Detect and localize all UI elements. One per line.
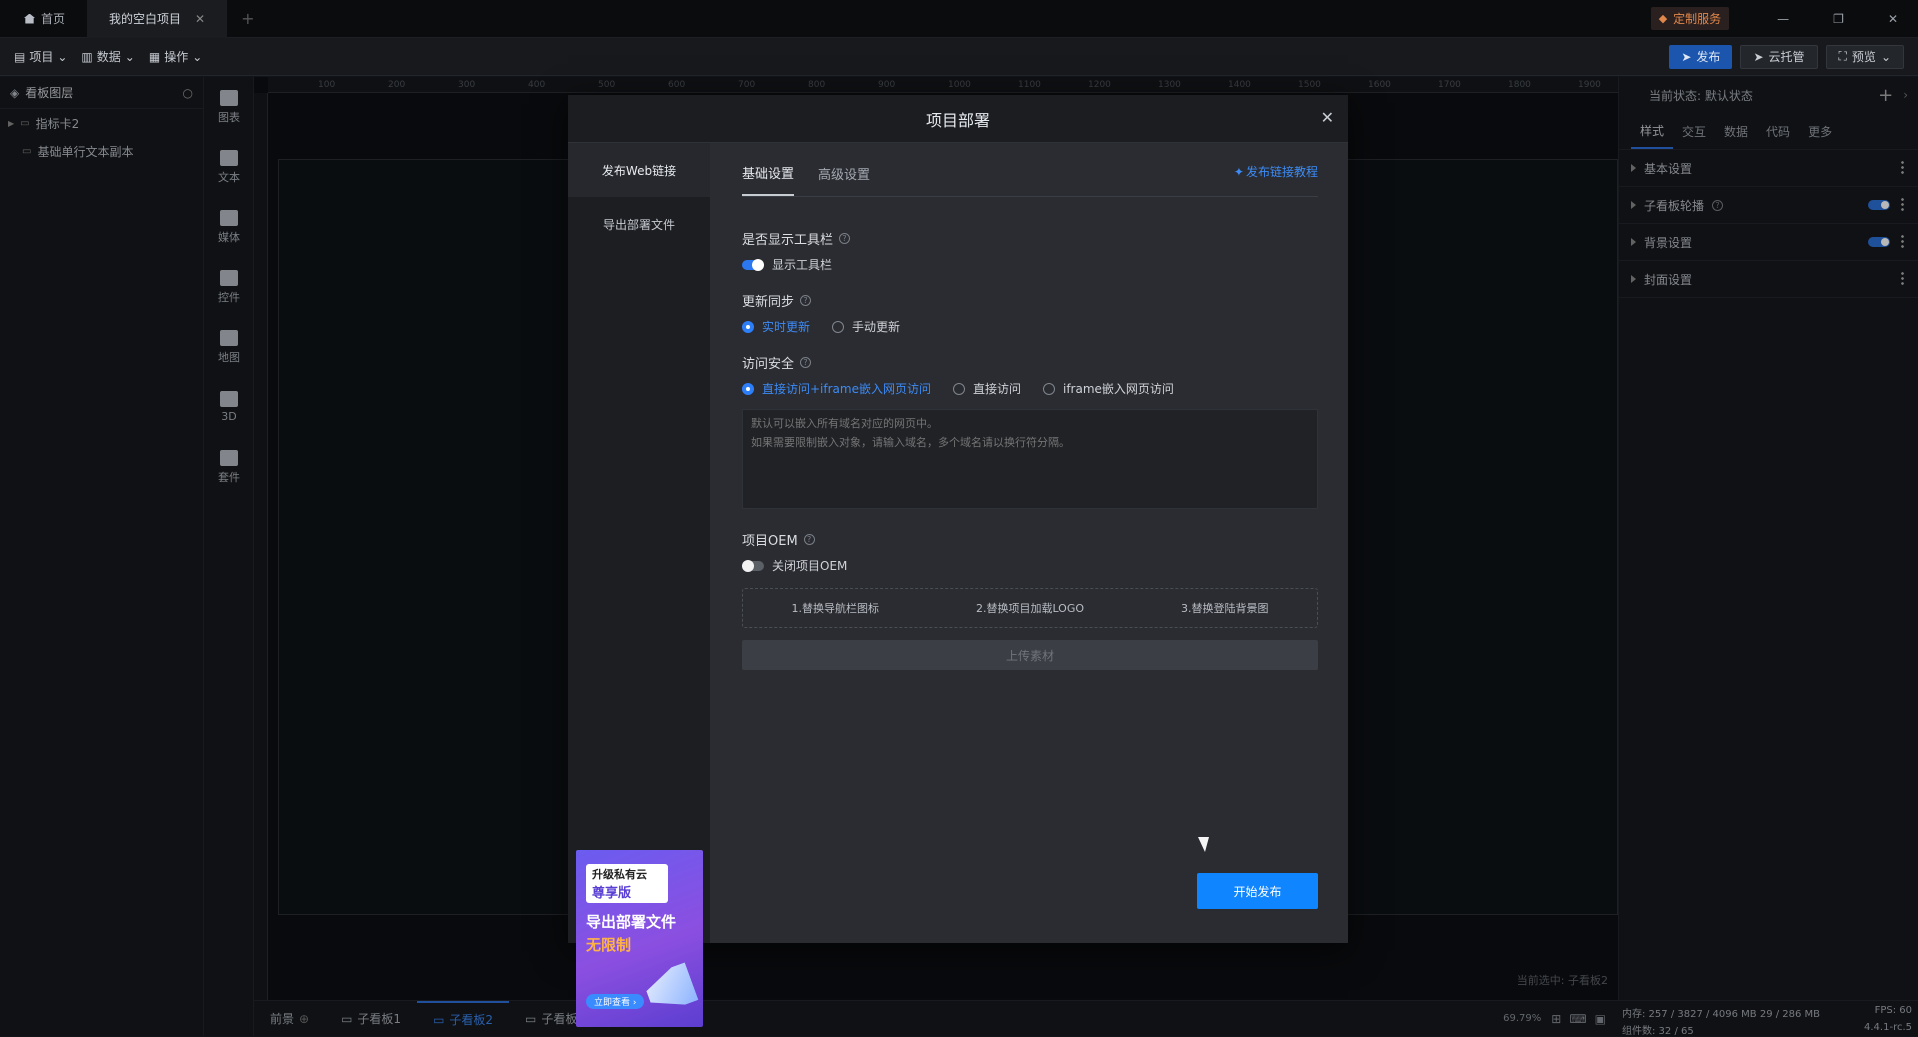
dialog-content: 基础设置 高级设置 ✦ 发布链接教程 是否显示工具栏? 显示工具栏 更新同步? 实… — [742, 143, 1318, 943]
domain-whitelist-textarea[interactable] — [742, 409, 1318, 509]
oem-section-label: 项目OEM? — [742, 530, 1318, 549]
oem-toggle[interactable] — [742, 559, 764, 572]
database-icon: ▥ — [81, 49, 93, 64]
dialog-title: 项目部署 — [925, 110, 990, 130]
chevron-down-icon: ⌄ — [1880, 49, 1891, 64]
file-icon: ▤ — [14, 49, 26, 64]
sync-realtime-radio[interactable]: 实时更新 — [742, 318, 810, 335]
fullscreen-icon: ⛶ — [1838, 49, 1847, 63]
chevron-down-icon: ⌄ — [192, 49, 203, 64]
close-tab-icon[interactable]: ✕ — [195, 12, 205, 26]
close-icon[interactable]: ✕ — [1321, 108, 1334, 127]
chevron-down-icon: ⌄ — [124, 49, 135, 64]
access-direct-radio[interactable]: 直接访问 — [952, 380, 1021, 397]
title-bar: 首页 我的空白项目 ✕ + ◆ 定制服务 — ❐ ✕ — [0, 0, 1918, 38]
menu-data[interactable]: ▥ 数据 ⌄ — [81, 48, 134, 65]
show-toolbar-toggle[interactable] — [742, 258, 764, 271]
tutorial-link[interactable]: ✦ 发布链接教程 — [1234, 163, 1318, 180]
menu-operate[interactable]: ▦ 操作 ⌄ — [149, 48, 202, 65]
sync-manual-radio[interactable]: 手动更新 — [832, 318, 900, 335]
access-iframe-radio[interactable]: iframe嵌入网页访问 — [1043, 380, 1174, 397]
oem-toggle-row: 关闭项目OEM — [742, 557, 1318, 574]
help-icon: ? — [800, 357, 812, 368]
grid-icon: ▦ — [148, 49, 161, 64]
dialog-tabs: 基础设置 高级设置 ✦ 发布链接教程 — [742, 163, 1318, 197]
sync-options: 实时更新 手动更新 — [742, 318, 1318, 335]
nav-publish-web[interactable]: 发布Web链接 — [568, 143, 710, 197]
chevron-down-icon: ⌄ — [57, 49, 68, 64]
help-icon: ? — [800, 295, 812, 306]
help-icon: ? — [803, 534, 815, 545]
menu-project[interactable]: ▤ 项目 ⌄ — [14, 48, 67, 65]
promo-subhead: 无限制 — [586, 936, 632, 954]
tab-home-label: 首页 — [41, 12, 66, 26]
security-options: 直接访问+iframe嵌入网页访问 直接访问 iframe嵌入网页访问 — [742, 380, 1318, 397]
upload-assets-button[interactable]: 上传素材 — [742, 640, 1318, 670]
nav-export-files[interactable]: 导出部署文件 — [568, 197, 710, 251]
restore-icon[interactable]: ❐ — [1833, 12, 1844, 26]
diamond-icon: ◆ — [1658, 12, 1668, 25]
oem-step-1: 1.替换导航栏图标 — [791, 602, 879, 615]
deploy-dialog: 项目部署 ✕ 发布Web链接 导出部署文件 升级私有云 尊享版 导出部署文件 无… — [568, 95, 1348, 1027]
close-window-icon[interactable]: ✕ — [1888, 12, 1898, 26]
pin-icon: ✦ — [1233, 164, 1244, 179]
access-both-radio[interactable]: 直接访问+iframe嵌入网页访问 — [742, 380, 931, 397]
send-icon: ➤ — [1681, 49, 1692, 64]
new-tab-button[interactable]: + — [241, 9, 254, 28]
help-icon: ? — [839, 233, 851, 244]
preview-button[interactable]: ⛶ 预览 ⌄ — [1825, 44, 1904, 69]
home-icon — [24, 13, 35, 24]
tab-advanced-settings[interactable]: 高级设置 — [818, 164, 870, 195]
toolbar-section-label: 是否显示工具栏? — [742, 229, 1318, 248]
tab-basic-settings[interactable]: 基础设置 — [742, 163, 795, 196]
promo-badge-line2: 尊享版 — [592, 886, 632, 901]
promo-headline: 导出部署文件 — [586, 913, 677, 931]
oem-steps: 1.替换导航栏图标 2.替换项目加载LOGO 3.替换登陆背景图 — [742, 588, 1318, 628]
tab-project-label: 我的空白项目 — [109, 12, 182, 26]
menu-bar: ▤ 项目 ⌄ ▥ 数据 ⌄ ▦ 操作 ⌄ ➤ 发布 ➤ 云托管 ⛶ 预览 ⌄ — [0, 38, 1918, 76]
promo-cta-button[interactable]: 立即查看 › — [586, 994, 645, 1009]
promo-badge-line1: 升级私有云 — [592, 868, 647, 881]
oem-step-3: 3.替换登陆背景图 — [1181, 602, 1269, 615]
dialog-side-nav: 发布Web链接 导出部署文件 升级私有云 尊享版 导出部署文件 无限制 立即查看… — [568, 143, 710, 1027]
cloud-host-button[interactable]: ➤ 云托管 — [1740, 44, 1818, 69]
minimize-icon[interactable]: — — [1777, 12, 1789, 26]
custom-service-button[interactable]: ◆ 定制服务 — [1650, 7, 1730, 30]
tab-home[interactable]: 首页 — [0, 0, 87, 38]
oem-step-2: 2.替换项目加载LOGO — [975, 602, 1085, 615]
dialog-header: 项目部署 ✕ — [568, 95, 1348, 143]
start-publish-button[interactable]: 开始发布 — [1197, 873, 1318, 909]
sync-section-label: 更新同步? — [742, 291, 1318, 310]
send-icon: ➤ — [1753, 49, 1764, 64]
publish-button[interactable]: ➤ 发布 — [1669, 44, 1733, 69]
megaphone-icon — [642, 962, 699, 1015]
security-section-label: 访问安全? — [742, 353, 1318, 372]
promo-banner[interactable]: 升级私有云 尊享版 导出部署文件 无限制 立即查看 › — [576, 850, 703, 1027]
toolbar-toggle-row: 显示工具栏 — [742, 256, 1318, 273]
tab-project[interactable]: 我的空白项目 ✕ — [87, 0, 228, 38]
